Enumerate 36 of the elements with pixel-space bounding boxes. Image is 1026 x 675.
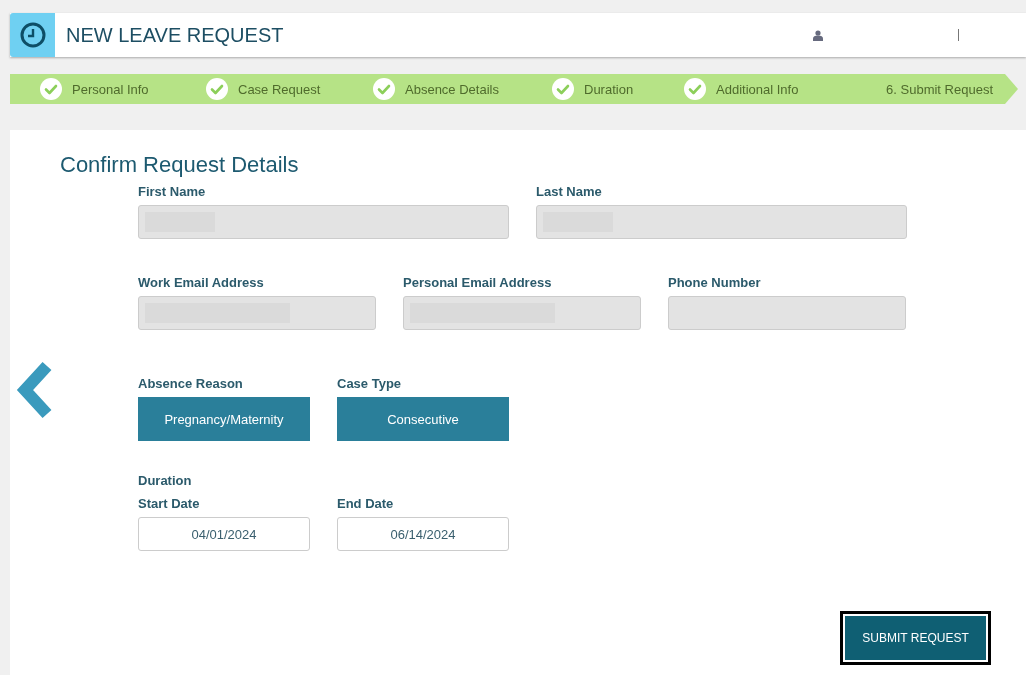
check-icon — [40, 78, 62, 100]
input-field[interactable] — [536, 205, 907, 239]
field-label: Absence Reason — [138, 376, 244, 391]
section-title: Confirm Request Details — [59, 151, 300, 178]
field-label: Phone Number — [668, 275, 762, 290]
input-field[interactable] — [138, 205, 509, 239]
group-label: Duration — [138, 473, 193, 488]
step-item[interactable]: Additional Info — [684, 78, 853, 100]
choice-button[interactable]: Consecutive — [337, 397, 509, 441]
date-field[interactable]: 06/14/2024 — [337, 517, 509, 551]
field-label: Case Type — [337, 376, 403, 391]
check-icon — [684, 78, 706, 100]
field-label: Start Date — [138, 496, 201, 511]
step-item[interactable]: Case Request — [206, 78, 373, 100]
field-label: Work Email Address — [138, 275, 265, 290]
check-icon — [206, 78, 228, 100]
check-icon — [552, 78, 574, 100]
choice-button[interactable]: Pregnancy/Maternity — [138, 397, 310, 441]
user-icon[interactable] — [813, 29, 823, 41]
input-field[interactable] — [138, 296, 376, 330]
field-label: First Name — [138, 184, 207, 199]
input-field[interactable] — [668, 296, 906, 330]
field-label: Personal Email Address — [403, 275, 553, 290]
step-item[interactable]: Personal Info — [10, 78, 206, 100]
date-field[interactable]: 04/01/2024 — [138, 517, 310, 551]
check-icon — [373, 78, 395, 100]
field-label: Last Name — [536, 184, 603, 199]
input-field[interactable] — [403, 296, 641, 330]
clock-icon — [19, 22, 46, 48]
field-label: End Date — [337, 496, 395, 511]
step-item[interactable]: 6. Submit Request — [853, 81, 993, 97]
back-chevron-icon[interactable] — [15, 360, 53, 420]
submit-button[interactable]: SUBMIT REQUEST — [845, 616, 986, 660]
step-item[interactable]: Duration — [552, 78, 684, 100]
step-item[interactable]: Absence Details — [373, 78, 552, 100]
page-title: NEW LEAVE REQUEST — [66, 23, 285, 47]
